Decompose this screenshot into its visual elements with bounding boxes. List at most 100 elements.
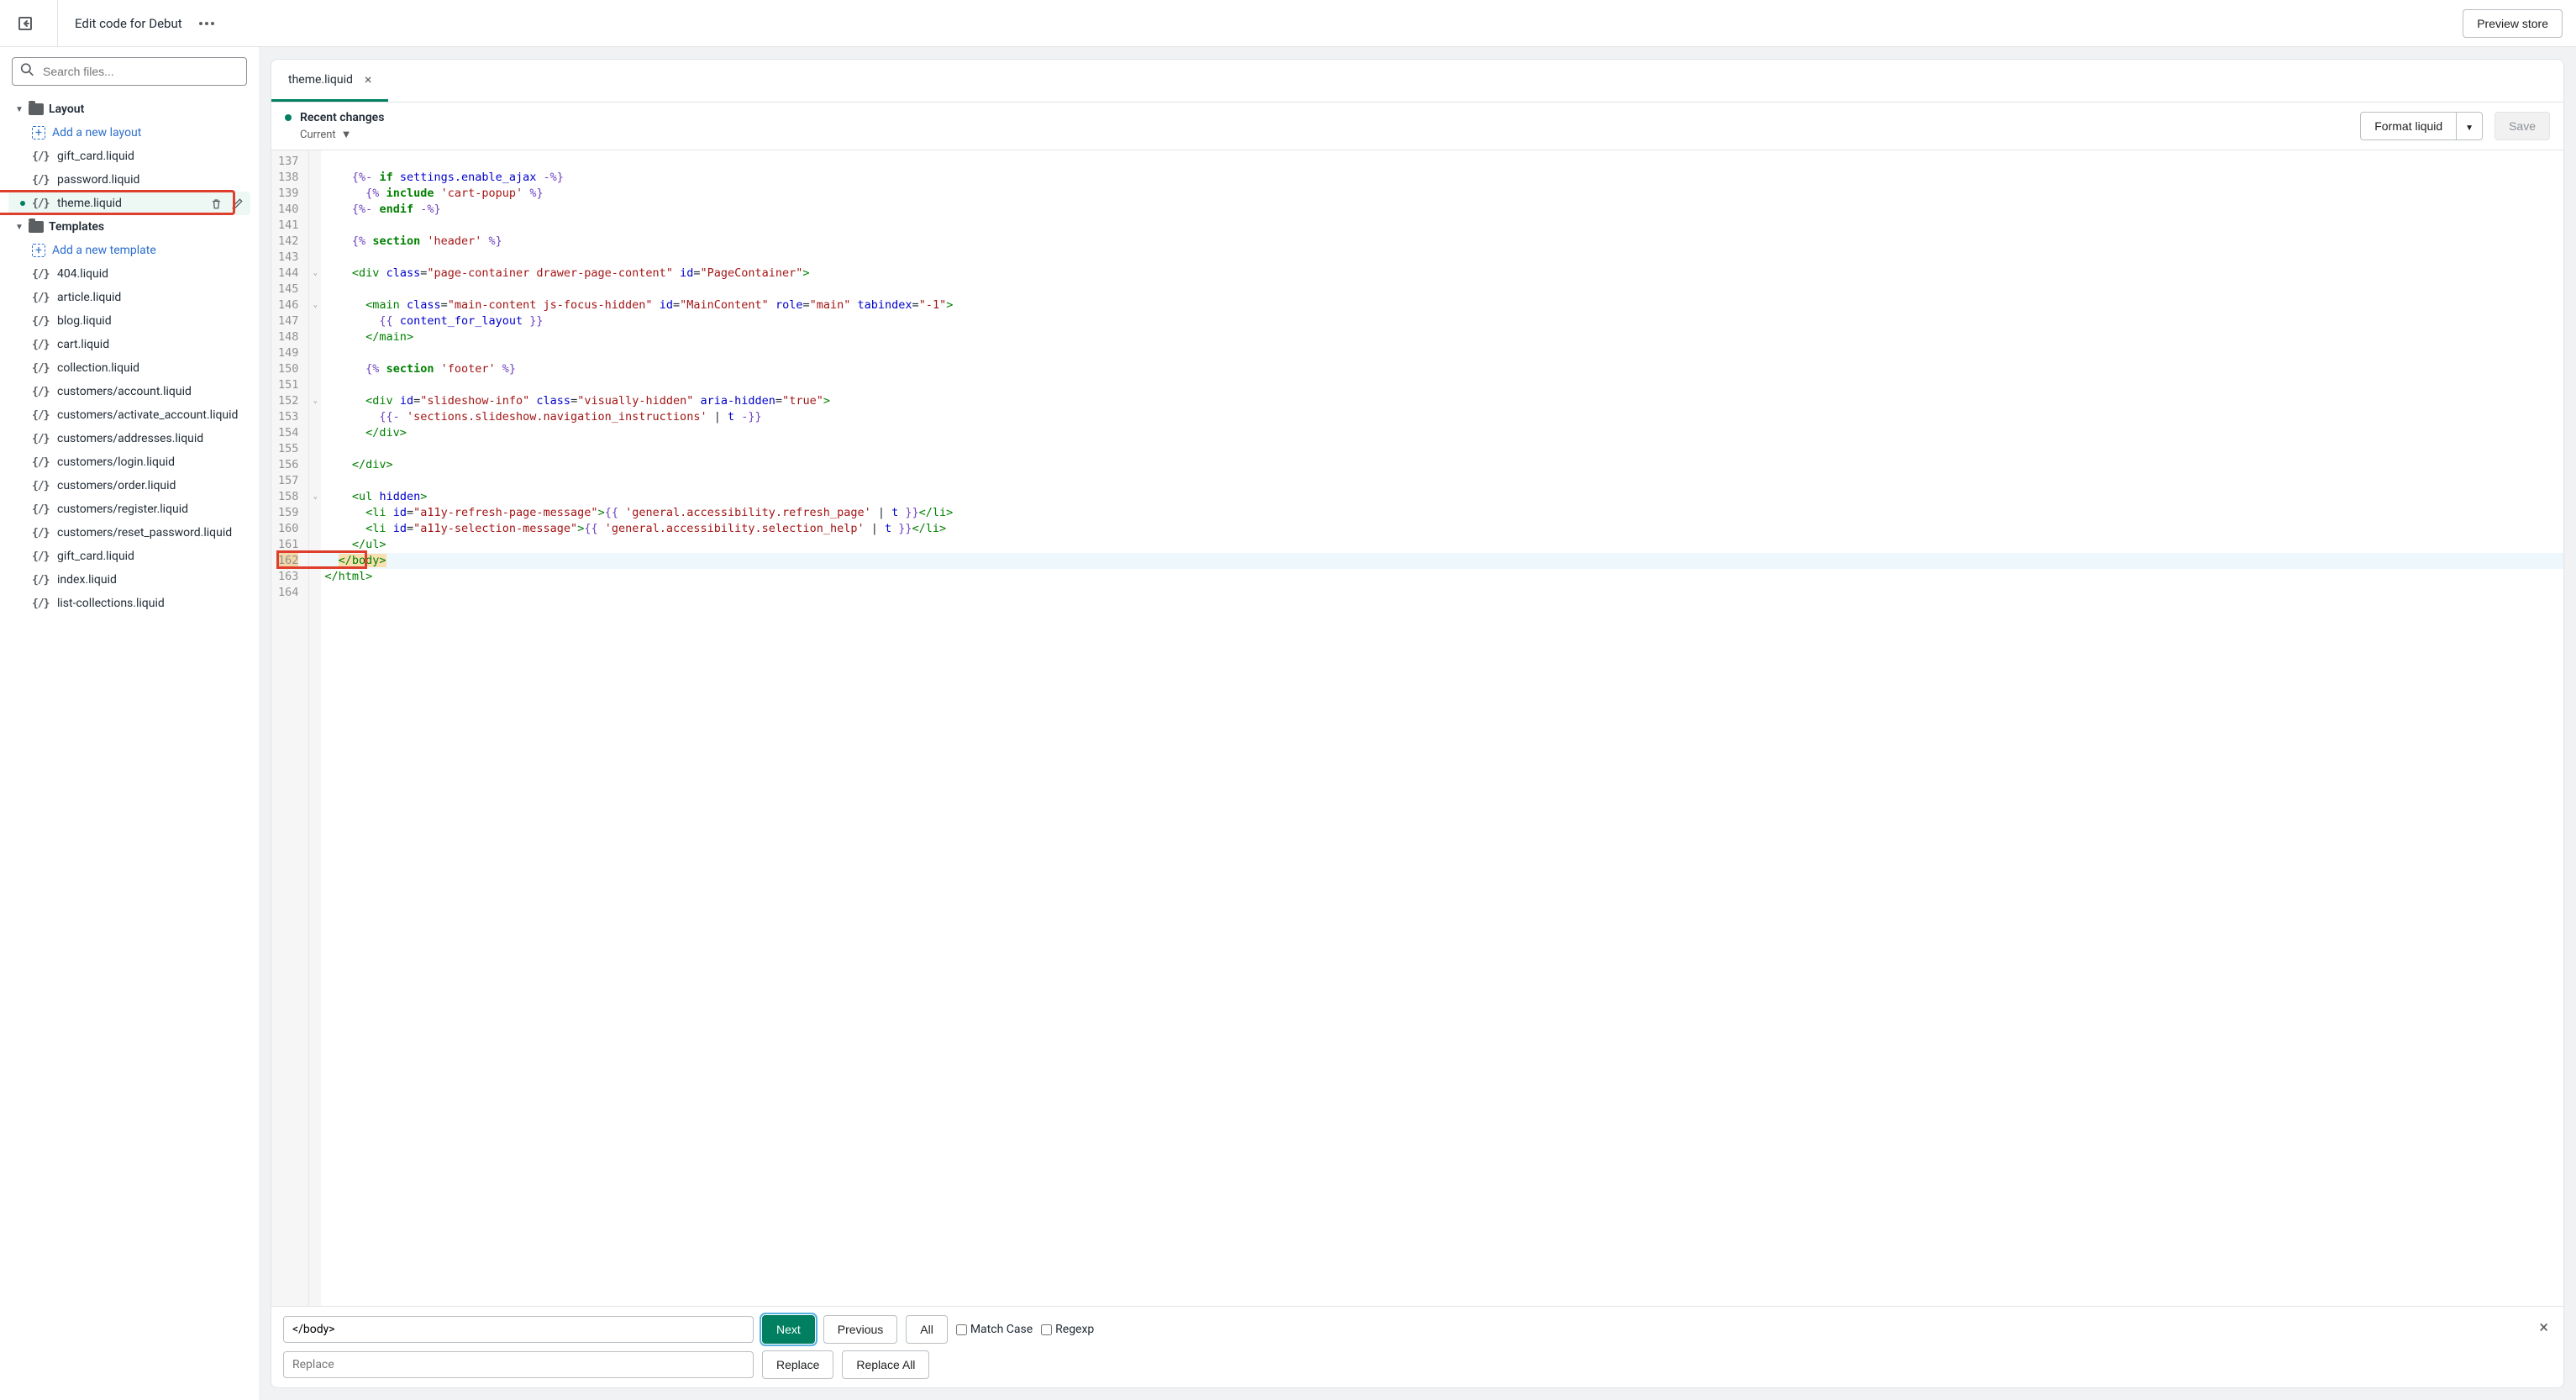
- folder-row[interactable]: ▼ Layout: [8, 97, 250, 121]
- preview-store-button[interactable]: Preview store: [2463, 9, 2563, 38]
- file-row[interactable]: {/} customers/account.liquid: [8, 380, 250, 403]
- code-file-icon: {/}: [32, 386, 50, 398]
- search-icon: [20, 63, 34, 81]
- format-dropdown-button[interactable]: ▼: [2456, 112, 2483, 140]
- replace-button[interactable]: Replace: [762, 1350, 833, 1379]
- code-file-icon: {/}: [32, 597, 50, 610]
- find-input[interactable]: [283, 1316, 754, 1343]
- code-file-icon: {/}: [32, 574, 50, 587]
- add-icon: +: [32, 126, 45, 139]
- code-file-icon: {/}: [32, 480, 50, 492]
- find-all-button[interactable]: All: [906, 1315, 948, 1344]
- top-bar: Edit code for Debut Preview store: [0, 0, 2576, 47]
- file-row[interactable]: {/} gift_card.liquid: [8, 545, 250, 568]
- code-content[interactable]: {%- if settings.enable_ajax -%} {% inclu…: [321, 150, 2563, 1306]
- folder-label: Templates: [49, 220, 104, 234]
- find-next-button[interactable]: Next: [762, 1315, 815, 1344]
- code-editor[interactable]: 1371381391401411421431441451461471481491…: [271, 150, 2563, 1306]
- file-tab[interactable]: theme.liquid ×: [271, 60, 388, 102]
- back-button[interactable]: [13, 12, 37, 35]
- close-tab-icon[interactable]: ×: [365, 71, 372, 87]
- file-name: customers/reset_password.liquid: [57, 526, 232, 539]
- file-row[interactable]: {/} article.liquid: [8, 286, 250, 309]
- search-files-input[interactable]: [12, 57, 247, 86]
- add-file-label: Add a new template: [52, 244, 156, 257]
- code-file-icon: {/}: [32, 433, 50, 445]
- file-row[interactable]: {/} cart.liquid: [8, 333, 250, 356]
- file-row[interactable]: {/} theme.liquid: [8, 192, 250, 215]
- code-file-icon: {/}: [32, 456, 50, 469]
- add-file-row[interactable]: + Add a new template: [8, 239, 250, 262]
- file-row[interactable]: {/} 404.liquid: [8, 262, 250, 286]
- code-file-icon: {/}: [32, 268, 50, 281]
- file-name: customers/register.liquid: [57, 503, 188, 516]
- code-file-icon: {/}: [32, 503, 50, 516]
- file-name: customers/activate_account.liquid: [57, 408, 238, 422]
- find-replace-bar: × Next Previous All Match Case Regexp Re…: [271, 1306, 2563, 1387]
- code-file-icon: {/}: [32, 527, 50, 539]
- file-name: 404.liquid: [57, 267, 108, 281]
- file-row[interactable]: {/}customers/order.liquid: [8, 474, 250, 497]
- file-row[interactable]: {/} gift_card.liquid: [8, 145, 250, 168]
- file-row[interactable]: {/} customers/addresses.liquid: [8, 427, 250, 450]
- close-search-icon[interactable]: ×: [2539, 1317, 2548, 1337]
- more-actions-button[interactable]: [196, 18, 218, 29]
- file-row[interactable]: {/} index.liquid: [8, 568, 250, 592]
- file-row[interactable]: {/} customers/register.liquid: [8, 497, 250, 521]
- version-dropdown[interactable]: Current ▼: [300, 128, 384, 141]
- file-name: customers/account.liquid: [57, 385, 192, 398]
- unsaved-indicator-icon: [285, 114, 292, 121]
- file-name: blog.liquid: [57, 314, 112, 328]
- file-row[interactable]: {/} list-collections.liquid: [8, 592, 250, 615]
- file-row[interactable]: {/} customers/activate_account.liquid: [8, 403, 250, 427]
- replace-all-button[interactable]: Replace All: [842, 1350, 929, 1379]
- file-row[interactable]: {/} collection.liquid: [8, 356, 250, 380]
- code-file-icon: {/}: [32, 292, 50, 304]
- file-row[interactable]: {/}password.liquid: [8, 168, 250, 192]
- fold-gutter[interactable]: ⌄⌄⌄⌄: [309, 150, 321, 1306]
- find-previous-button[interactable]: Previous: [823, 1315, 897, 1344]
- folder-icon: [29, 221, 44, 233]
- code-file-icon: {/}: [32, 362, 50, 375]
- format-liquid-button[interactable]: Format liquid: [2360, 112, 2456, 140]
- caret-down-icon: ▼: [15, 105, 24, 114]
- file-name: index.liquid: [57, 573, 117, 587]
- file-name: article.liquid: [57, 291, 121, 304]
- folder-row[interactable]: ▼Templates: [8, 215, 250, 239]
- file-name: gift_card.liquid: [57, 550, 134, 563]
- file-row[interactable]: {/} blog.liquid: [8, 309, 250, 333]
- code-file-icon: {/}: [32, 315, 50, 328]
- code-file-icon: {/}: [32, 550, 50, 563]
- recent-changes-label: Recent changes: [300, 111, 384, 124]
- file-name: gift_card.liquid: [57, 150, 134, 163]
- file-name: customers/login.liquid: [57, 455, 175, 469]
- file-name: theme.liquid: [57, 197, 122, 210]
- regexp-checkbox[interactable]: Regexp: [1041, 1323, 1094, 1336]
- edit-icon[interactable]: [231, 197, 244, 210]
- match-case-checkbox[interactable]: Match Case: [956, 1323, 1033, 1336]
- line-gutter: 1371381391401411421431441451461471481491…: [271, 150, 309, 1306]
- tab-label: theme.liquid: [288, 73, 353, 87]
- save-button[interactable]: Save: [2495, 112, 2550, 140]
- file-name: collection.liquid: [57, 361, 139, 375]
- file-name: list-collections.liquid: [57, 597, 165, 610]
- folder-label: Layout: [49, 103, 84, 116]
- file-name: cart.liquid: [57, 338, 109, 351]
- add-file-row[interactable]: + Add a new layout: [8, 121, 250, 145]
- file-name: customers/addresses.liquid: [57, 432, 203, 445]
- code-file-icon: {/}: [32, 197, 50, 210]
- file-row[interactable]: {/} customers/login.liquid: [8, 450, 250, 474]
- file-row[interactable]: {/} customers/reset_password.liquid: [8, 521, 250, 545]
- code-file-icon: {/}: [32, 409, 50, 422]
- page-title: Edit code for Debut: [75, 16, 182, 31]
- delete-icon[interactable]: [210, 197, 223, 210]
- add-file-label: Add a new layout: [52, 126, 141, 139]
- add-icon: +: [32, 244, 45, 257]
- format-button-group: Format liquid ▼: [2360, 112, 2483, 140]
- folder-icon: [29, 103, 44, 115]
- code-file-icon: {/}: [32, 150, 50, 163]
- replace-input[interactable]: [283, 1351, 754, 1378]
- file-name: password.liquid: [57, 173, 139, 187]
- editor-panel: theme.liquid × Recent changes Current ▼: [271, 59, 2564, 1388]
- code-file-icon: {/}: [32, 339, 50, 351]
